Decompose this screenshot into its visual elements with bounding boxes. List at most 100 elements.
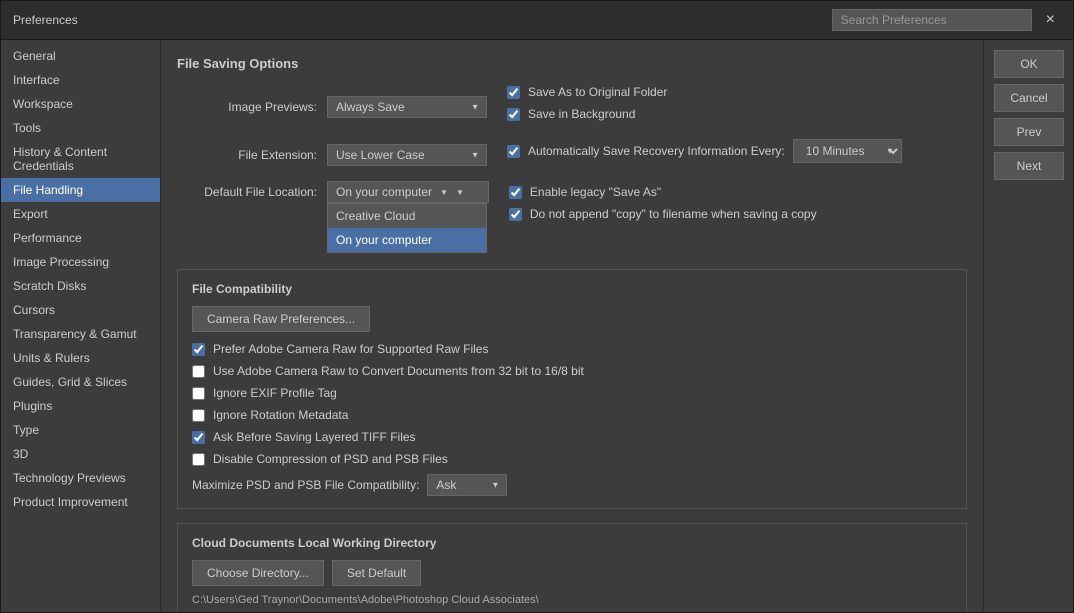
ask-before-saving-checkbox[interactable] — [192, 431, 205, 444]
sidebar-item-scratch-disks[interactable]: Scratch Disks — [1, 274, 160, 298]
enable-legacy-checkbox[interactable] — [509, 186, 522, 199]
enable-legacy-row: Enable legacy "Save As" — [509, 185, 817, 199]
preferences-dialog: Preferences × General Interface Workspac… — [0, 0, 1074, 613]
auto-save-row: Automatically Save Recovery Information … — [507, 139, 902, 163]
enable-legacy-label: Enable legacy "Save As" — [530, 185, 661, 199]
next-button[interactable]: Next — [994, 152, 1064, 180]
sidebar-item-interface[interactable]: Interface — [1, 68, 160, 92]
sidebar-item-cursors[interactable]: Cursors — [1, 298, 160, 322]
default-file-location-button[interactable]: On your computer ▼ — [327, 181, 489, 203]
sidebar: General Interface Workspace Tools Histor… — [1, 40, 161, 612]
image-previews-select[interactable]: Always Save Never Save Ask When Saving — [327, 96, 487, 118]
sidebar-item-general[interactable]: General — [1, 44, 160, 68]
use-camera-raw-checkbox[interactable] — [192, 365, 205, 378]
default-file-location-menu: Creative Cloud On your computer — [327, 203, 487, 253]
file-compatibility-title: File Compatibility — [192, 282, 952, 296]
default-file-location-row: Default File Location: On your computer … — [177, 181, 967, 229]
main-layout: General Interface Workspace Tools Histor… — [1, 40, 1073, 612]
sidebar-item-guides[interactable]: Guides, Grid & Slices — [1, 370, 160, 394]
cancel-button[interactable]: Cancel — [994, 84, 1064, 112]
title-bar-controls: × — [832, 9, 1061, 31]
sidebar-item-export[interactable]: Export — [1, 202, 160, 226]
sidebar-item-type[interactable]: Type — [1, 418, 160, 442]
sidebar-item-plugins[interactable]: Plugins — [1, 394, 160, 418]
do-not-append-row: Do not append "copy" to filename when sa… — [509, 207, 817, 221]
save-as-original-label: Save As to Original Folder — [528, 85, 667, 99]
sidebar-item-product[interactable]: Product Improvement — [1, 490, 160, 514]
content-area: File Saving Options Image Previews: Alwa… — [161, 40, 983, 612]
sidebar-item-performance[interactable]: Performance — [1, 226, 160, 250]
action-buttons-panel: OK Cancel Prev Next — [983, 40, 1073, 612]
use-camera-raw-row: Use Adobe Camera Raw to Convert Document… — [192, 364, 952, 378]
sidebar-item-units[interactable]: Units & Rulers — [1, 346, 160, 370]
save-in-background-label: Save in Background — [528, 107, 635, 121]
image-previews-label: Image Previews: — [177, 100, 327, 114]
dropdown-arrow-icon: ▼ — [440, 188, 448, 197]
maximize-psd-label: Maximize PSD and PSB File Compatibility: — [192, 478, 419, 492]
auto-save-checkbox[interactable] — [507, 145, 520, 158]
maximize-psd-select-wrapper: Ask Always Never — [427, 474, 507, 496]
default-file-location-label: Default File Location: — [177, 181, 327, 199]
prev-button[interactable]: Prev — [994, 118, 1064, 146]
file-extension-select-wrapper: Use Lower Case Use Upper Case — [327, 144, 487, 166]
sidebar-item-history[interactable]: History & Content Credentials — [1, 140, 160, 178]
cloud-path-text: C:\Users\Ged Traynor\Documents\Adobe\Pho… — [192, 594, 952, 606]
ask-before-saving-row: Ask Before Saving Layered TIFF Files — [192, 430, 952, 444]
dropdown-item-creative-cloud[interactable]: Creative Cloud — [328, 204, 486, 228]
ignore-exif-checkbox[interactable] — [192, 387, 205, 400]
default-file-location-dropdown: On your computer ▼ Creative Cloud On you… — [327, 181, 489, 203]
dropdown-item-on-computer[interactable]: On your computer — [328, 228, 486, 252]
prefer-camera-raw-label: Prefer Adobe Camera Raw for Supported Ra… — [213, 342, 488, 356]
sidebar-item-workspace[interactable]: Workspace — [1, 92, 160, 116]
ignore-exif-label: Ignore EXIF Profile Tag — [213, 386, 337, 400]
sidebar-item-transparency[interactable]: Transparency & Gamut — [1, 322, 160, 346]
cloud-documents-title: Cloud Documents Local Working Directory — [192, 536, 952, 550]
save-as-original-row: Save As to Original Folder — [507, 85, 667, 99]
prefer-camera-raw-row: Prefer Adobe Camera Raw for Supported Ra… — [192, 342, 952, 356]
set-default-button[interactable]: Set Default — [332, 560, 421, 586]
save-in-background-checkbox[interactable] — [507, 108, 520, 121]
auto-save-interval-wrapper: 5 Minutes 10 Minutes 15 Minutes 30 Minut… — [793, 139, 902, 163]
sidebar-item-tech-previews[interactable]: Technology Previews — [1, 466, 160, 490]
title-bar: Preferences × — [1, 1, 1073, 40]
sidebar-item-file-handling[interactable]: File Handling — [1, 178, 160, 202]
do-not-append-label: Do not append "copy" to filename when sa… — [530, 207, 817, 221]
close-button[interactable]: × — [1040, 10, 1061, 30]
ignore-rotation-label: Ignore Rotation Metadata — [213, 408, 348, 422]
auto-save-interval-select[interactable]: 5 Minutes 10 Minutes 15 Minutes 30 Minut… — [793, 139, 902, 163]
search-input[interactable] — [832, 9, 1032, 31]
ignore-rotation-row: Ignore Rotation Metadata — [192, 408, 952, 422]
camera-raw-preferences-button[interactable]: Camera Raw Preferences... — [192, 306, 370, 332]
section-title: File Saving Options — [177, 56, 967, 71]
ignore-exif-row: Ignore EXIF Profile Tag — [192, 386, 952, 400]
sidebar-item-tools[interactable]: Tools — [1, 116, 160, 140]
image-previews-row: Image Previews: Always Save Never Save A… — [177, 85, 967, 129]
ignore-rotation-checkbox[interactable] — [192, 409, 205, 422]
file-compatibility-section: File Compatibility Camera Raw Preference… — [177, 269, 967, 509]
auto-save-label: Automatically Save Recovery Information … — [528, 144, 785, 158]
dialog-title: Preferences — [13, 13, 78, 27]
image-previews-select-wrapper: Always Save Never Save Ask When Saving — [327, 96, 487, 118]
do-not-append-checkbox[interactable] — [509, 208, 522, 221]
sidebar-item-3d[interactable]: 3D — [1, 442, 160, 466]
prefer-camera-raw-checkbox[interactable] — [192, 343, 205, 356]
maximize-psd-select[interactable]: Ask Always Never — [427, 474, 507, 496]
save-in-background-row: Save in Background — [507, 107, 667, 121]
ask-before-saving-label: Ask Before Saving Layered TIFF Files — [213, 430, 416, 444]
save-as-original-checkbox[interactable] — [507, 86, 520, 99]
disable-compression-row: Disable Compression of PSD and PSB Files — [192, 452, 952, 466]
cloud-docs-buttons: Choose Directory... Set Default — [192, 560, 952, 586]
use-camera-raw-label: Use Adobe Camera Raw to Convert Document… — [213, 364, 584, 378]
ok-button[interactable]: OK — [994, 50, 1064, 78]
choose-directory-button[interactable]: Choose Directory... — [192, 560, 324, 586]
auto-save-group: Automatically Save Recovery Information … — [507, 139, 902, 171]
file-extension-row: File Extension: Use Lower Case Use Upper… — [177, 139, 967, 171]
file-extension-select[interactable]: Use Lower Case Use Upper Case — [327, 144, 487, 166]
cloud-documents-section: Cloud Documents Local Working Directory … — [177, 523, 967, 612]
disable-compression-label: Disable Compression of PSD and PSB Files — [213, 452, 448, 466]
sidebar-item-image-processing[interactable]: Image Processing — [1, 250, 160, 274]
right-checkboxes-top: Save As to Original Folder Save in Backg… — [507, 85, 667, 129]
legacy-checkboxes: Enable legacy "Save As" Do not append "c… — [509, 185, 817, 229]
file-extension-label: File Extension: — [177, 148, 327, 162]
disable-compression-checkbox[interactable] — [192, 453, 205, 466]
